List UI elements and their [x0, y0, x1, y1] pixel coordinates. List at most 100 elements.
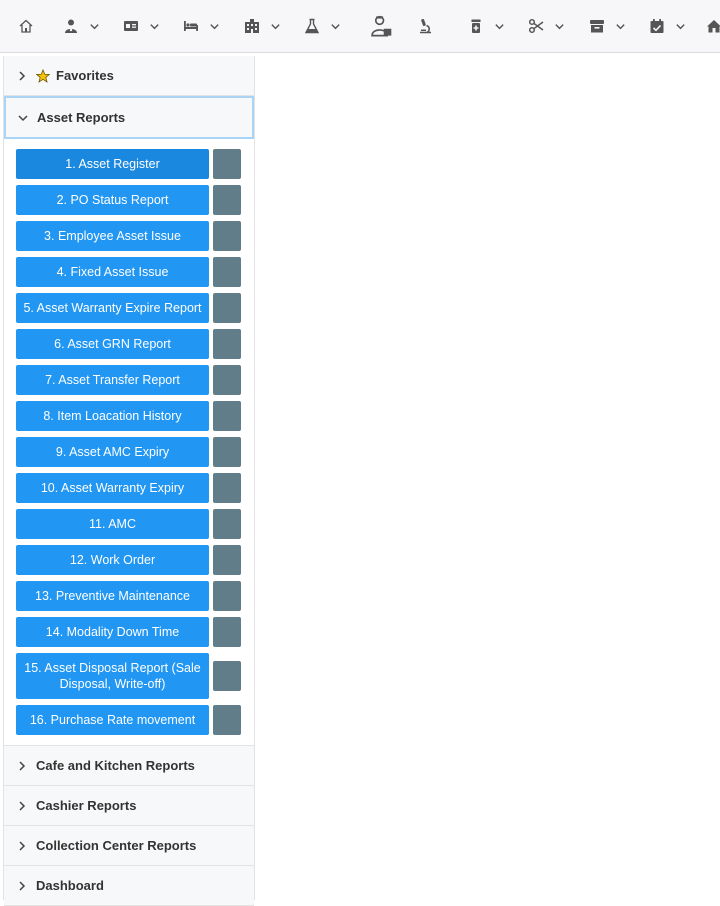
- report-action-button[interactable]: [213, 365, 241, 395]
- star-icon: [36, 68, 52, 84]
- report-row: 6. Asset GRN Report: [16, 329, 254, 359]
- report-row: 13. Preventive Maintenance: [16, 581, 254, 611]
- report-button[interactable]: 11. AMC: [16, 509, 209, 539]
- chevron-down-icon: [206, 18, 222, 34]
- chevron-right-icon: [16, 839, 30, 853]
- report-button[interactable]: 1. Asset Register: [16, 149, 209, 179]
- chevron-right-icon: [16, 69, 30, 83]
- chevron-down-icon: [612, 18, 628, 34]
- favorites-label: Favorites: [56, 68, 114, 83]
- report-action-button[interactable]: [213, 185, 241, 215]
- user-icon: [60, 15, 82, 37]
- report-action-button[interactable]: [213, 221, 241, 251]
- report-row: 2. PO Status Report: [16, 185, 254, 215]
- scissors-icon: [525, 15, 547, 37]
- report-action-button[interactable]: [213, 401, 241, 431]
- report-action-button[interactable]: [213, 257, 241, 287]
- home-button[interactable]: [15, 11, 37, 41]
- id-card-icon: [120, 15, 142, 37]
- chevron-down-icon: [146, 18, 162, 34]
- chevron-down-icon: [491, 18, 507, 34]
- chevron-right-icon: [16, 759, 30, 773]
- microscope-icon: [414, 15, 436, 37]
- patient-menu[interactable]: [60, 11, 102, 41]
- report-row: 12. Work Order: [16, 545, 254, 575]
- store-menu[interactable]: [586, 11, 628, 41]
- chevron-right-icon: [16, 799, 30, 813]
- report-button[interactable]: 8. Item Loacation History: [16, 401, 209, 431]
- report-action-button[interactable]: [213, 509, 241, 539]
- chevron-down-icon: [17, 111, 31, 125]
- building-icon: [241, 15, 263, 37]
- report-action-button[interactable]: [213, 705, 241, 735]
- asset-reports-header[interactable]: Asset Reports: [4, 96, 254, 139]
- report-row: 4. Fixed Asset Issue: [16, 257, 254, 287]
- report-button[interactable]: 7. Asset Transfer Report: [16, 365, 209, 395]
- flask-icon: [301, 15, 323, 37]
- medicine-icon: [465, 15, 487, 37]
- calendar-check-icon: [646, 15, 668, 37]
- report-button[interactable]: 9. Asset AMC Expiry: [16, 437, 209, 467]
- report-row: 10. Asset Warranty Expiry: [16, 473, 254, 503]
- report-button[interactable]: 2. PO Status Report: [16, 185, 209, 215]
- top-toolbar: [0, 0, 720, 53]
- report-row: 15. Asset Disposal Report (Sale Disposal…: [16, 653, 254, 699]
- ot-menu[interactable]: [525, 11, 567, 41]
- cafe-kitchen-reports-header[interactable]: Cafe and Kitchen Reports: [4, 746, 254, 786]
- asset-reports-label: Asset Reports: [37, 110, 126, 125]
- report-button[interactable]: 13. Preventive Maintenance: [16, 581, 209, 611]
- lab-menu[interactable]: [301, 11, 343, 41]
- facility-menu[interactable]: [241, 11, 283, 41]
- report-action-button[interactable]: [213, 617, 241, 647]
- report-button[interactable]: 3. Employee Asset Issue: [16, 221, 209, 251]
- report-row: 7. Asset Transfer Report: [16, 365, 254, 395]
- report-row: 14. Modality Down Time: [16, 617, 254, 647]
- report-button[interactable]: 12. Work Order: [16, 545, 209, 575]
- asset-reports-list: 1. Asset Register 2. PO Status Report 3.…: [4, 139, 254, 735]
- appointment-menu[interactable]: [646, 11, 688, 41]
- report-row: 16. Purchase Rate movement: [16, 705, 254, 735]
- doctor-icon: [368, 15, 394, 37]
- report-button[interactable]: 4. Fixed Asset Issue: [16, 257, 209, 287]
- section-label: Collection Center Reports: [36, 838, 197, 853]
- report-action-button[interactable]: [213, 437, 241, 467]
- ipd-menu[interactable]: [180, 11, 222, 41]
- section-label: Cafe and Kitchen Reports: [36, 758, 195, 773]
- store-icon: [586, 15, 608, 37]
- report-button[interactable]: 10. Asset Warranty Expiry: [16, 473, 209, 503]
- pharmacy-menu[interactable]: [465, 11, 507, 41]
- report-action-button[interactable]: [213, 661, 241, 691]
- bed-icon: [180, 15, 202, 37]
- report-action-button[interactable]: [213, 149, 241, 179]
- report-sidebar: Favorites Asset Reports 1. Asset Registe…: [3, 56, 255, 906]
- report-row: 9. Asset AMC Expiry: [16, 437, 254, 467]
- house-button[interactable]: [703, 11, 720, 41]
- pathology-button[interactable]: [414, 11, 436, 41]
- home-icon: [15, 15, 37, 37]
- report-action-button[interactable]: [213, 473, 241, 503]
- report-action-button[interactable]: [213, 545, 241, 575]
- chevron-down-icon: [86, 18, 102, 34]
- report-button[interactable]: 16. Purchase Rate movement: [16, 705, 209, 735]
- report-button[interactable]: 5. Asset Warranty Expire Report: [16, 293, 209, 323]
- chevron-down-icon: [267, 18, 283, 34]
- favorites-header[interactable]: Favorites: [4, 56, 254, 96]
- report-button[interactable]: 6. Asset GRN Report: [16, 329, 209, 359]
- registration-menu[interactable]: [120, 11, 162, 41]
- report-action-button[interactable]: [213, 293, 241, 323]
- collection-center-reports-header[interactable]: Collection Center Reports: [4, 826, 254, 866]
- chevron-down-icon: [327, 18, 343, 34]
- chevron-right-icon: [16, 879, 30, 893]
- report-button[interactable]: 14. Modality Down Time: [16, 617, 209, 647]
- dashboard-header[interactable]: Dashboard: [4, 866, 254, 906]
- report-action-button[interactable]: [213, 581, 241, 611]
- doctor-button[interactable]: [368, 11, 394, 41]
- report-row: 8. Item Loacation History: [16, 401, 254, 431]
- report-button[interactable]: 15. Asset Disposal Report (Sale Disposal…: [16, 653, 209, 699]
- chevron-down-icon: [551, 18, 567, 34]
- report-action-button[interactable]: [213, 329, 241, 359]
- section-label: Cashier Reports: [36, 798, 137, 813]
- report-row: 5. Asset Warranty Expire Report: [16, 293, 254, 323]
- report-row: 3. Employee Asset Issue: [16, 221, 254, 251]
- cashier-reports-header[interactable]: Cashier Reports: [4, 786, 254, 826]
